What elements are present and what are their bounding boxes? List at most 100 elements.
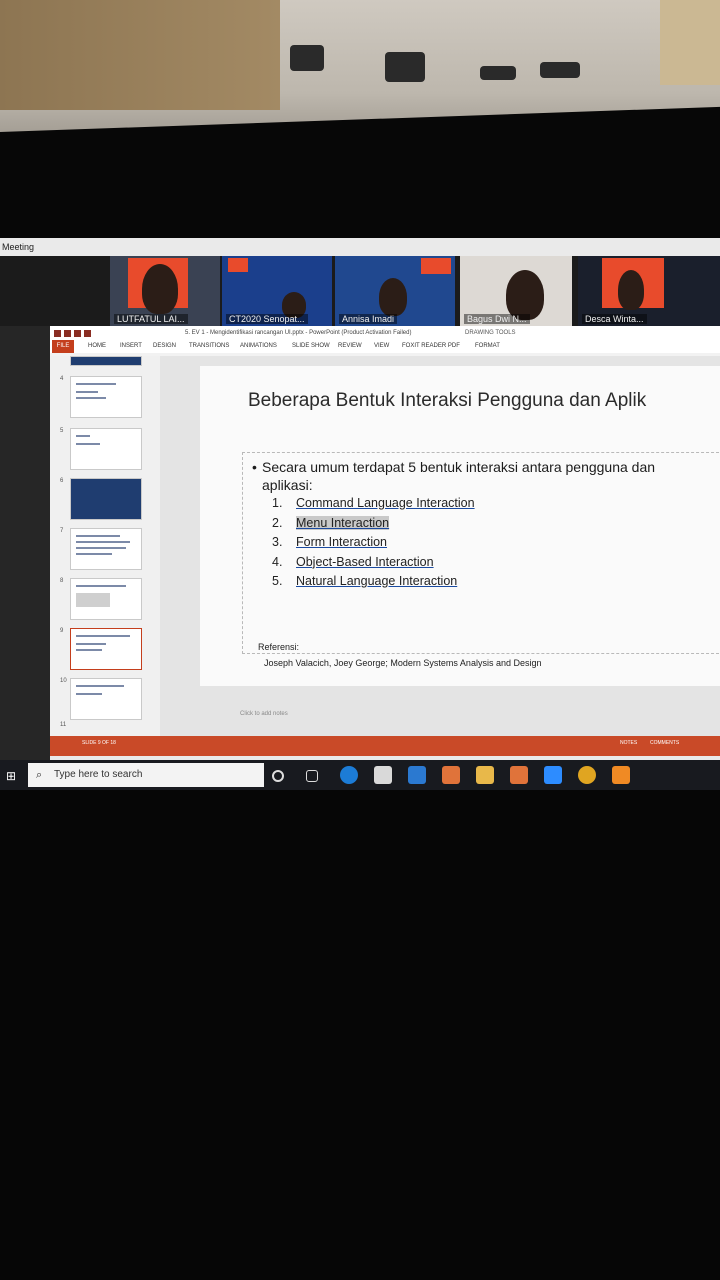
- tab-animations[interactable]: ANIMATIONS: [240, 343, 277, 349]
- list-item-selected: 2. Menu Interaction: [272, 515, 390, 530]
- slide-title[interactable]: Beberapa Bentuk Interaksi Pengguna dan A…: [248, 390, 646, 412]
- task-view-icon[interactable]: [306, 770, 318, 782]
- tab-slide-show[interactable]: SLIDE SHOW: [292, 343, 330, 349]
- tab-design[interactable]: DESIGN: [153, 343, 176, 349]
- notes-placeholder[interactable]: Click to add notes: [240, 711, 288, 717]
- store-icon[interactable]: [374, 766, 392, 784]
- slide-thumbnail-current[interactable]: [70, 628, 142, 670]
- quick-access-toolbar[interactable]: [54, 329, 114, 337]
- tab-file[interactable]: FILE: [52, 340, 74, 353]
- ribbon-tabs: FILE HOME INSERT DESIGN TRANSITIONS ANIM…: [50, 340, 720, 353]
- slide-number: 4: [60, 376, 64, 382]
- bullet-dot: •: [252, 459, 257, 475]
- bullet-text: • Secara umum terdapat 5 bentuk interaksi…: [252, 458, 712, 494]
- notes-button[interactable]: NOTES: [620, 740, 637, 746]
- slide-thumbnail[interactable]: [70, 528, 142, 570]
- slide-thumbnail[interactable]: [70, 678, 142, 720]
- powerpoint-titlebar: 5. EV 1 - Mengidentifikasi rancangan UI.…: [50, 326, 720, 340]
- participant-tile[interactable]: LUTFATUL LAI...: [110, 256, 220, 326]
- slide-canvas[interactable]: Beberapa Bentuk Interaksi Pengguna dan A…: [200, 366, 720, 686]
- slide-counter: SLIDE 9 OF 18: [82, 740, 116, 746]
- participant-name: Bagus Dwi N...: [464, 314, 530, 324]
- slide-number: 8: [60, 578, 64, 584]
- slide-number: 10: [60, 678, 67, 684]
- search-placeholder: Type here to search: [54, 769, 143, 780]
- desk-background: [0, 790, 720, 1280]
- list-item-text: Natural Language Interaction: [296, 574, 458, 588]
- status-bar: SLIDE 9 OF 18 NOTES COMMENTS: [50, 736, 720, 756]
- cabinet: [660, 0, 720, 85]
- slide-thumbnail[interactable]: [70, 428, 142, 470]
- tab-insert[interactable]: INSERT: [120, 343, 142, 349]
- participant-name: Annisa Imadi: [339, 314, 398, 324]
- participant-video: [379, 278, 407, 316]
- floor-object: [540, 62, 580, 78]
- bullet-line-2: aplikasi:: [262, 477, 313, 493]
- chrome-icon[interactable]: [578, 766, 596, 784]
- app-icon[interactable]: [510, 766, 528, 784]
- reference-label: Referensi:: [258, 642, 300, 652]
- slide-number: 5: [60, 428, 64, 434]
- list-item-text: Object-Based Interaction: [296, 554, 434, 569]
- meeting-title: Meeting: [0, 238, 720, 256]
- video-gallery: LUTFATUL LAI... CT2020 Senopat... Annisa…: [0, 256, 720, 326]
- tab-format[interactable]: FORMAT: [475, 343, 500, 349]
- taskbar-search-box[interactable]: ⌕ Type here to search: [28, 763, 264, 787]
- windows-taskbar: ⊞ ⌕ Type here to search: [0, 760, 720, 790]
- participant-name: CT2020 Senopat...: [226, 314, 308, 324]
- zoom-icon[interactable]: [544, 766, 562, 784]
- slide-thumbnail[interactable]: [70, 376, 142, 418]
- xampp-icon[interactable]: [442, 766, 460, 784]
- drawing-tools-label: DRAWING TOOLS: [465, 330, 516, 336]
- tab-transitions[interactable]: TRANSITIONS: [189, 343, 229, 349]
- tab-view[interactable]: VIEW: [374, 343, 389, 349]
- list-item: 3. Form Interaction: [272, 535, 388, 549]
- floor-object: [290, 45, 324, 71]
- bullet-line-1: Secara umum terdapat 5 bentuk interaksi …: [262, 459, 656, 475]
- list-item-text: Command Language Interaction: [296, 496, 475, 510]
- slide-thumbnail[interactable]: [70, 356, 142, 366]
- reference-text: Joseph Valacich, Joey George; Modern Sys…: [264, 658, 542, 668]
- participant-video: [618, 270, 644, 310]
- participant-tile[interactable]: Bagus Dwi N...: [460, 256, 572, 326]
- left-dark-strip: [0, 326, 50, 760]
- window-title: 5. EV 1 - Mengidentifikasi rancangan UI.…: [185, 330, 412, 336]
- edge-icon[interactable]: [340, 766, 358, 784]
- participant-video: [142, 264, 178, 314]
- slide-number: 7: [60, 528, 64, 534]
- list-item-text: Menu Interaction: [296, 515, 390, 530]
- monitor-screen: Meeting LUTFATUL LAI... CT2020 Senopat..…: [0, 238, 720, 790]
- slide-number: 6: [60, 478, 64, 484]
- slide-editing-area: Beberapa Bentuk Interaksi Pengguna dan A…: [160, 356, 720, 736]
- slide-thumbnail[interactable]: [70, 578, 142, 620]
- participant-tile[interactable]: Desca Winta...: [578, 256, 720, 326]
- list-item: 5. Natural Language Interaction: [272, 574, 458, 588]
- mail-icon[interactable]: [408, 766, 426, 784]
- slide-number: 9: [60, 628, 64, 634]
- cortana-icon[interactable]: [272, 770, 284, 782]
- sublime-icon[interactable]: [612, 766, 630, 784]
- participant-tile[interactable]: Annisa Imadi: [335, 256, 455, 326]
- participant-video: [506, 270, 544, 320]
- slide-number: 11: [60, 722, 67, 728]
- floor-object: [480, 66, 516, 80]
- interaction-list: 1. Command Language Interaction 2. Menu In…: [272, 496, 475, 594]
- search-icon: ⌕: [36, 769, 43, 781]
- file-explorer-icon[interactable]: [476, 766, 494, 784]
- participant-name: Desca Winta...: [582, 314, 647, 324]
- tab-foxit-reader-pdf[interactable]: FOXIT READER PDF: [402, 343, 460, 349]
- list-item: 1. Command Language Interaction: [272, 496, 475, 510]
- windows-start-icon[interactable]: ⊞: [6, 769, 16, 783]
- slide-thumbnail[interactable]: [70, 478, 142, 520]
- tab-home[interactable]: HOME: [88, 343, 106, 349]
- participant-tile[interactable]: CT2020 Senopat...: [222, 256, 332, 326]
- powerpoint-window: 5. EV 1 - Mengidentifikasi rancangan UI.…: [50, 326, 720, 756]
- slide-thumbnail-pane: 4 5 6 7 8 9 10 11: [50, 356, 161, 736]
- cardboard-box: [0, 0, 280, 110]
- comments-button[interactable]: COMMENTS: [650, 740, 679, 746]
- list-item-text: Form Interaction: [296, 535, 388, 549]
- tab-review[interactable]: REVIEW: [338, 343, 362, 349]
- floor-object: [385, 52, 425, 82]
- participant-name: LUTFATUL LAI...: [114, 314, 188, 324]
- list-item: 4. Object-Based Interaction: [272, 554, 434, 569]
